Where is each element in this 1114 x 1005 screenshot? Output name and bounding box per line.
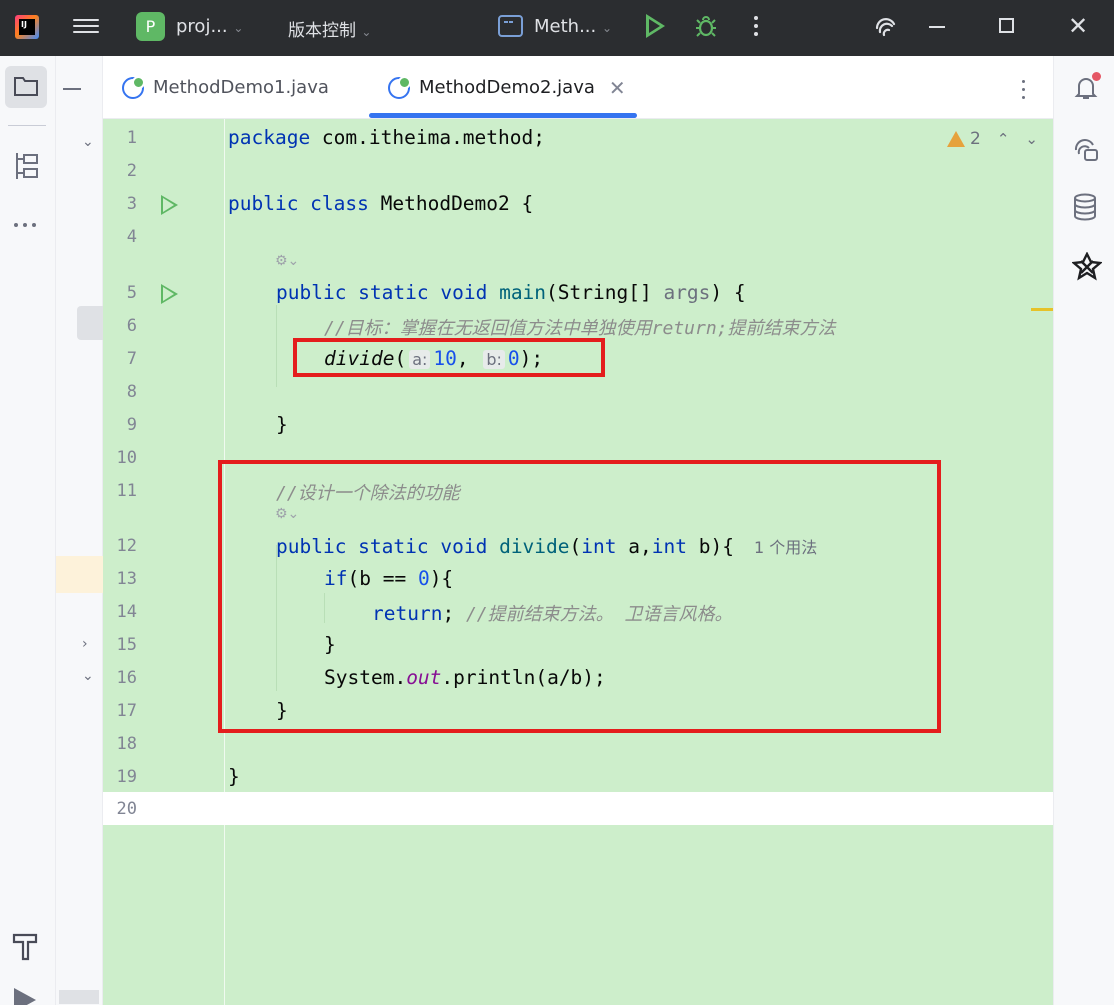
plugin-star-icon[interactable] <box>1071 251 1103 286</box>
code-line: 19 } <box>103 760 1053 793</box>
code-text: public static void main(String[] args) { <box>276 281 746 304</box>
close-window-icon[interactable]: ✕ <box>1068 14 1088 38</box>
chevron-down-icon: ⌄ <box>601 21 613 35</box>
run-configuration-selector[interactable]: Meth... ⌄ <box>534 16 612 37</box>
line-number: 18 <box>116 734 137 754</box>
code-line: 3 public class MethodDemo2 { <box>103 187 1053 220</box>
main-menu-icon[interactable] <box>73 15 99 39</box>
chevron-down-icon[interactable]: ⌄ <box>82 668 94 684</box>
line-number: 20 <box>116 799 137 819</box>
chevron-down-icon[interactable]: ⌄ <box>82 134 94 150</box>
line-number: 11 <box>116 481 137 501</box>
minimize-window-icon[interactable] <box>929 26 945 28</box>
tab-options-icon[interactable] <box>1021 80 1027 100</box>
hide-panel-icon[interactable] <box>63 88 81 90</box>
ai-action-icon[interactable]: ⚙⌄ <box>275 253 299 269</box>
line-number: 14 <box>116 602 137 622</box>
line-number: 10 <box>116 448 137 468</box>
java-class-icon <box>122 75 145 99</box>
tab-methoddemo1[interactable]: MethodDemo1.java <box>122 56 329 119</box>
code-text: package com.itheima.method; <box>228 126 545 149</box>
more-actions-icon[interactable] <box>754 14 760 38</box>
ai-chat-icon[interactable] <box>1072 136 1100 168</box>
code-line: 9 } <box>103 408 1053 441</box>
tab-label: MethodDemo1.java <box>153 77 329 98</box>
code-line: 8 <box>103 375 1053 408</box>
build-hammer-icon[interactable] <box>12 931 40 965</box>
line-number: 12 <box>116 536 137 556</box>
code-line: 1 package com.itheima.method; <box>103 121 1053 154</box>
run-tool-window-icon[interactable] <box>14 988 36 1005</box>
line-number: 7 <box>126 349 137 369</box>
editor-tab-bar: MethodDemo1.java MethodDemo2.java ✕ <box>103 56 1053 119</box>
code-line: 5 public static void main(String[] args)… <box>103 276 1053 309</box>
project-name: proj... <box>176 16 228 37</box>
run-configuration-icon[interactable] <box>498 15 523 37</box>
line-number: 15 <box>116 635 137 655</box>
run-configuration-name: Meth... <box>534 16 597 37</box>
line-number: 16 <box>116 668 137 688</box>
highlighted-row <box>56 556 103 593</box>
database-icon[interactable] <box>1072 193 1098 225</box>
line-number: 13 <box>116 569 137 589</box>
tab-label: MethodDemo2.java <box>419 77 595 98</box>
code-text: } <box>228 765 240 788</box>
line-number: 9 <box>126 415 137 435</box>
line-number: 1 <box>126 128 137 148</box>
debug-bug-icon[interactable] <box>694 14 718 38</box>
title-bar: IJ P proj... ⌄ 版本控制 ⌄ Meth... ⌄ ✕ <box>0 0 1114 56</box>
comment-text: //目标：掌握在无返回值方法中单独使用return;提前结束方法 <box>324 318 836 339</box>
project-switcher[interactable]: proj... ⌄ <box>176 16 243 37</box>
vcs-widget[interactable]: 版本控制 ⌄ <box>288 16 371 41</box>
chevron-down-icon: ⌄ <box>361 25 372 39</box>
line-number: 19 <box>116 767 137 787</box>
line-number: 2 <box>126 161 137 181</box>
java-class-icon <box>388 75 411 99</box>
line-number: 6 <box>126 316 137 336</box>
code-text: public class MethodDemo2 { <box>228 192 534 215</box>
project-badge[interactable]: P <box>136 12 165 41</box>
code-editor[interactable]: 2 ⌃ ⌄ 1 package com.itheima.method; 2 3 … <box>103 119 1053 1005</box>
line-number: 4 <box>126 227 137 247</box>
tab-methoddemo2[interactable]: MethodDemo2.java ✕ <box>388 56 626 119</box>
project-panel-strip: ⌄ › ⌄ <box>56 56 103 1005</box>
selected-node-marker <box>77 306 103 340</box>
active-tab-indicator <box>369 113 637 118</box>
code-line: 4 <box>103 220 1053 253</box>
line-number: 17 <box>116 701 137 721</box>
line-number: 3 <box>126 194 137 214</box>
right-tool-strip <box>1053 56 1114 1005</box>
code-line-current: 20 <box>103 792 1053 825</box>
more-tool-windows-icon[interactable] <box>14 212 42 227</box>
code-text: } <box>276 413 288 436</box>
structure-icon[interactable] <box>14 151 40 185</box>
highlight-box-method <box>218 460 941 733</box>
run-class-icon[interactable] <box>161 195 178 215</box>
ai-assistant-icon[interactable] <box>873 14 899 40</box>
chevron-right-icon[interactable]: › <box>82 636 88 652</box>
line-number: 5 <box>126 283 137 303</box>
chevron-down-icon: ⌄ <box>233 21 244 35</box>
code-line: 2 <box>103 154 1053 187</box>
maximize-window-icon[interactable] <box>999 18 1014 33</box>
notification-badge <box>1092 72 1101 81</box>
highlight-box-call <box>293 338 605 377</box>
close-tab-icon[interactable]: ✕ <box>609 76 626 100</box>
vcs-label: 版本控制 <box>288 21 356 41</box>
left-tool-strip <box>0 56 56 1005</box>
horizontal-scrollbar[interactable] <box>59 990 99 1004</box>
run-main-icon[interactable] <box>161 284 178 304</box>
line-number: 8 <box>126 382 137 402</box>
project-folder-icon[interactable] <box>5 66 47 108</box>
run-icon[interactable] <box>646 14 665 38</box>
divider <box>8 125 46 126</box>
intellij-logo-icon[interactable]: IJ <box>15 15 39 39</box>
